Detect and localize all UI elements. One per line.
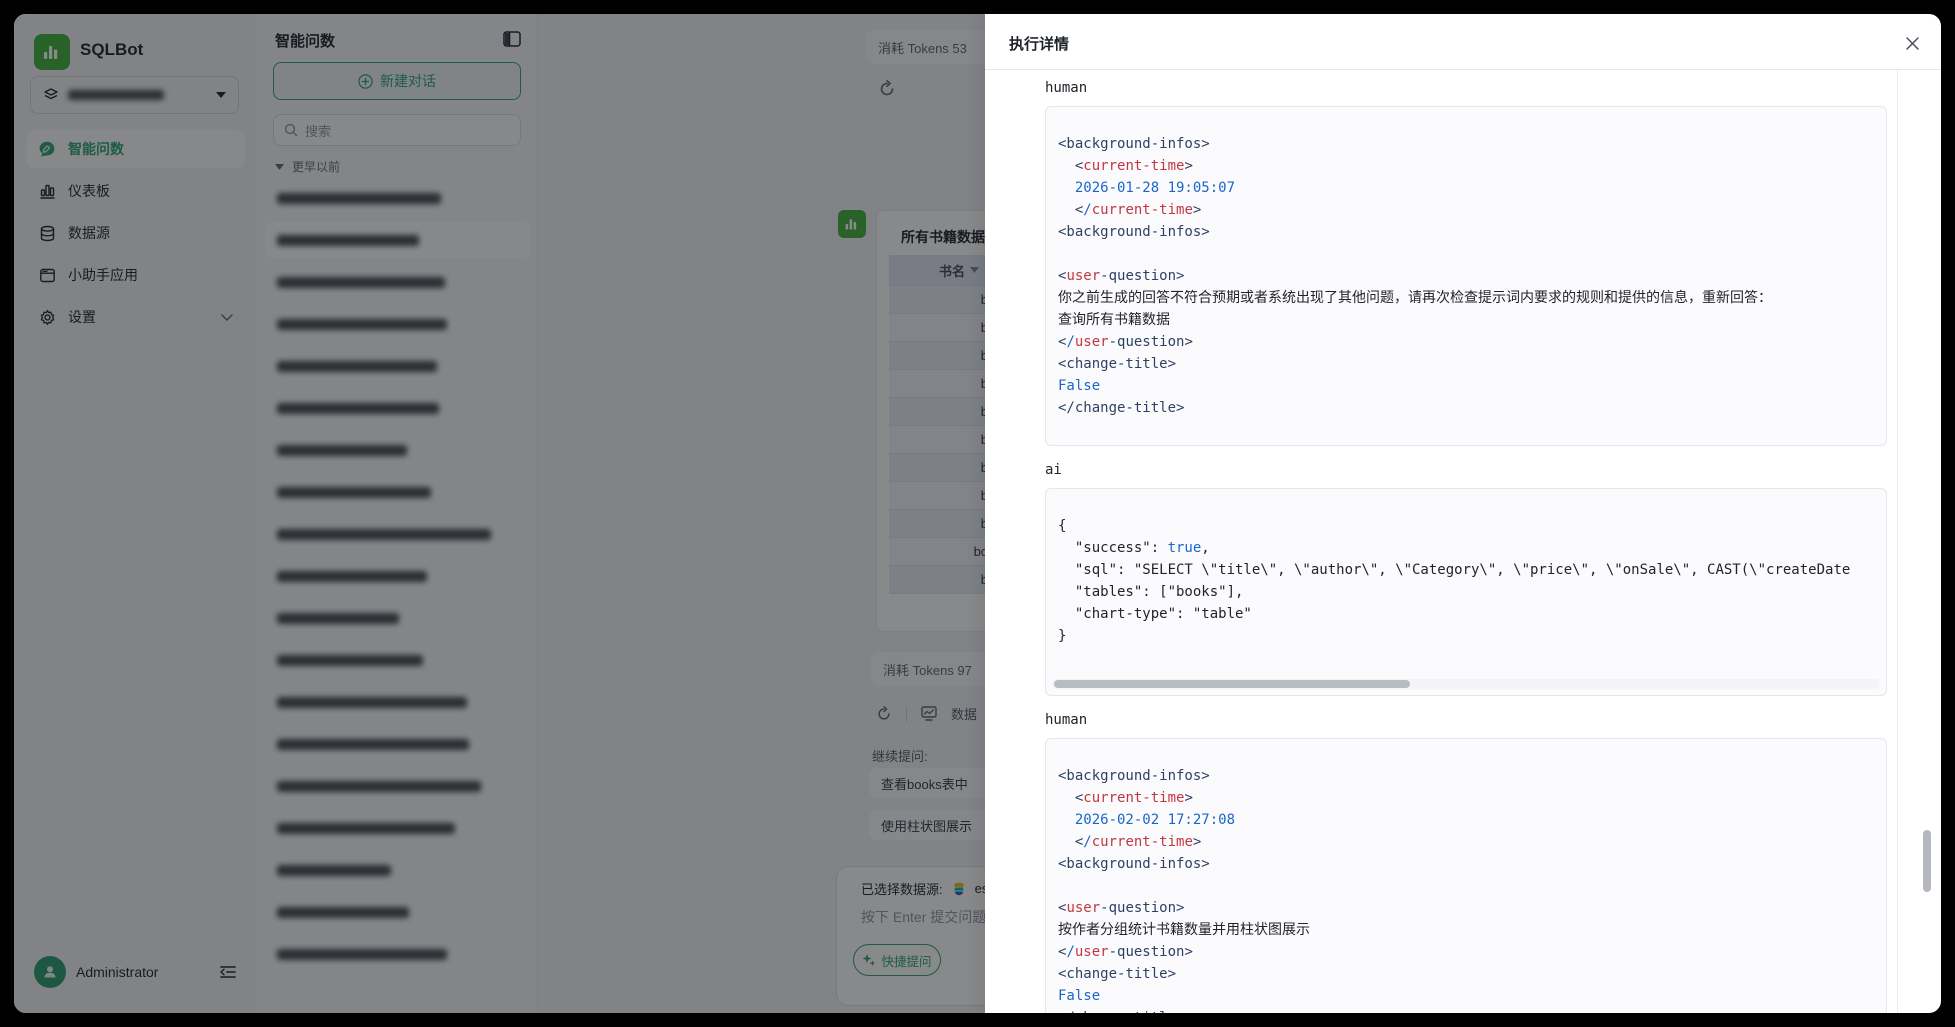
code-block-human-0: <background-infos> <current-time> 2026-0… (1045, 106, 1887, 446)
message-role-label: ai (1045, 462, 1062, 478)
drawer-title: 执行详情 (1009, 36, 1070, 53)
code-block-human-2: <background-infos> <current-time> 2026-0… (1045, 738, 1887, 1013)
code-block-ai-1: { "success": true, "sql": "SELECT \"titl… (1045, 488, 1887, 696)
horizontal-scrollbar[interactable] (1052, 679, 1880, 689)
execution-details-drawer: 执行详情 human <background-infos> <current-ti… (985, 14, 1941, 1013)
app-window: SQLBot 智能问数仪表板数据源小助手应用设置 Administrator (14, 14, 1941, 1013)
drawer-messages: human <background-infos> <current-time> 2… (1045, 70, 1887, 1013)
horizontal-scrollbar-thumb[interactable] (1054, 680, 1410, 688)
message-role-label: human (1045, 80, 1088, 96)
message-role-label: human (1045, 712, 1088, 728)
vertical-scrollbar-thumb[interactable] (1923, 830, 1931, 892)
drawer-header: 执行详情 (985, 14, 1941, 70)
close-icon[interactable] (1903, 34, 1921, 52)
inner-scroll-divider (1897, 70, 1898, 1013)
